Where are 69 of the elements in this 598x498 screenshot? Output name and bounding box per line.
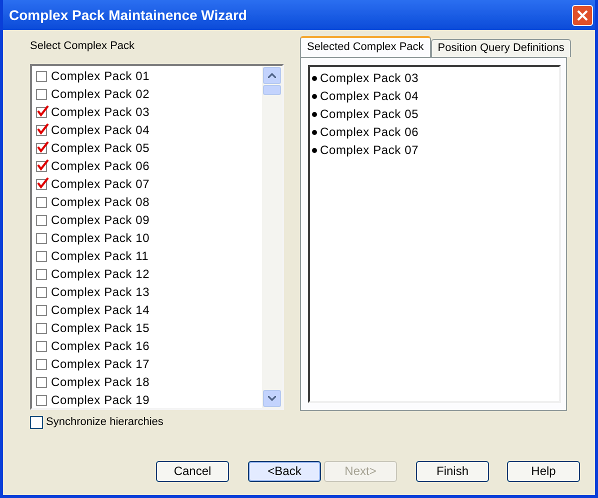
window-title: Complex Pack Maintainence Wizard <box>9 6 247 25</box>
list-item-label[interactable]: Complex Pack 16 <box>51 337 150 355</box>
checkbox[interactable] <box>36 70 47 82</box>
bullet-icon <box>312 94 317 98</box>
check-icon <box>37 158 49 170</box>
scroll-up-button[interactable] <box>263 67 281 84</box>
scroll-thumb[interactable] <box>263 85 281 95</box>
scroll-down-button[interactable] <box>263 390 281 407</box>
dialog-button[interactable]: Finish <box>416 460 489 482</box>
checkbox[interactable] <box>36 286 47 298</box>
list-item-label[interactable]: Complex Pack 19 <box>51 391 150 409</box>
checkbox[interactable] <box>36 358 47 370</box>
checkbox[interactable] <box>36 394 47 406</box>
dialog-button[interactable]: <Back <box>248 460 321 482</box>
checkbox[interactable] <box>36 250 47 262</box>
checkbox[interactable] <box>30 416 43 429</box>
list-item-label: Complex Pack 04 <box>320 88 419 105</box>
list-item-label[interactable]: Complex Pack 06 <box>51 157 150 175</box>
checkbox[interactable] <box>36 340 47 352</box>
list-item-label[interactable]: Complex Pack 05 <box>51 139 150 157</box>
checkbox[interactable] <box>36 376 47 388</box>
list-item-label[interactable]: Complex Pack 03 <box>51 103 150 121</box>
check-icon <box>37 140 49 152</box>
tab[interactable]: Selected Complex Pack <box>300 36 431 57</box>
list-item-label[interactable]: Complex Pack 09 <box>51 211 150 229</box>
close-button[interactable] <box>572 4 593 26</box>
scrollbar[interactable] <box>262 66 282 408</box>
checkbox[interactable] <box>36 178 47 190</box>
list-item-label: Complex Pack 05 <box>320 106 419 123</box>
checkbox[interactable] <box>36 232 47 244</box>
list-item-label: Complex Pack 07 <box>320 142 419 159</box>
list-item-label[interactable]: Complex Pack 12 <box>51 265 150 283</box>
list-item-label[interactable]: Complex Pack 07 <box>51 175 150 193</box>
check-icon <box>37 122 49 134</box>
checkbox[interactable] <box>36 124 47 136</box>
checkbox[interactable] <box>36 196 47 208</box>
bullet-icon <box>312 148 317 152</box>
list-item-label[interactable]: Complex Pack 11 <box>51 247 149 265</box>
bullet-icon <box>312 112 317 116</box>
list-item-label[interactable]: Complex Pack 10 <box>51 229 150 247</box>
list-item-label: Complex Pack 06 <box>320 124 419 141</box>
checkbox[interactable] <box>36 322 47 334</box>
check-icon <box>37 176 49 188</box>
list-item-label[interactable]: Complex Pack 18 <box>51 373 150 391</box>
list-item-label[interactable]: Complex Pack 02 <box>51 85 150 103</box>
list-item-label[interactable]: Complex Pack 14 <box>51 301 150 319</box>
list-item-label[interactable]: Complex Pack 04 <box>51 121 150 139</box>
section-label: Select Complex Pack <box>30 39 136 54</box>
checkbox[interactable] <box>36 88 47 100</box>
bullet-icon <box>312 130 317 134</box>
tab[interactable]: Position Query Definitions <box>430 39 572 57</box>
list-item-label[interactable]: Complex Pack 17 <box>51 355 150 373</box>
list-item-label[interactable]: Complex Pack 13 <box>51 283 150 301</box>
list-item-label[interactable]: Complex Pack 15 <box>51 319 150 337</box>
checkbox-label[interactable]: Synchronize hierarchies <box>46 414 164 430</box>
list-item-label[interactable]: Complex Pack 08 <box>51 193 150 211</box>
dialog-button[interactable]: Cancel <box>156 460 229 482</box>
dialog-button[interactable]: Help <box>507 460 580 482</box>
list-item-label: Complex Pack 03 <box>320 70 419 87</box>
check-icon <box>37 104 49 116</box>
bullet-icon <box>312 76 317 80</box>
close-icon <box>577 10 588 20</box>
checkbox[interactable] <box>36 268 47 280</box>
list-item-label[interactable]: Complex Pack 01 <box>51 67 150 85</box>
checkbox[interactable] <box>36 214 47 226</box>
checkbox[interactable] <box>36 106 47 118</box>
checkbox[interactable] <box>36 160 47 172</box>
checkbox[interactable] <box>36 142 47 154</box>
checkbox[interactable] <box>36 304 47 316</box>
